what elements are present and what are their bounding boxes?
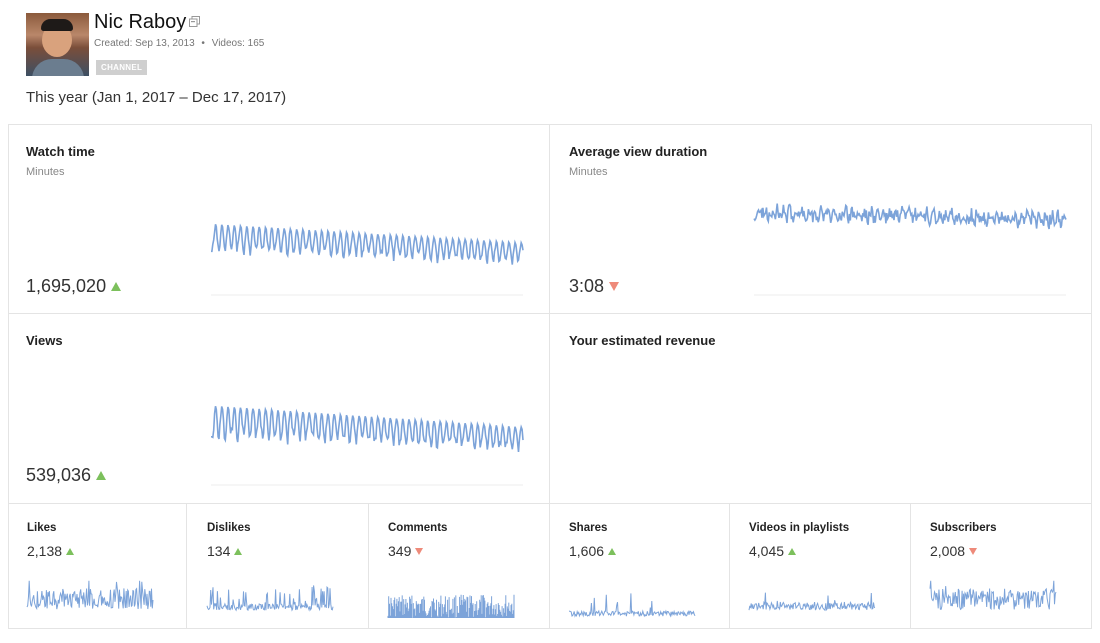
avg-view-duration-title: Average view duration [569, 144, 708, 159]
stat-value: 4,045 [749, 543, 797, 559]
shares-sparkline [568, 593, 696, 618]
trend-up-icon [111, 282, 122, 291]
avg-view-duration-sparkline [753, 203, 1067, 296]
trend-up-icon [608, 548, 617, 555]
external-link-icon[interactable] [189, 16, 200, 27]
watch-time-value: 1,695,020 [26, 276, 122, 297]
subscribers-sparkline [929, 580, 1057, 611]
stat-title: Subscribers [930, 522, 997, 534]
trend-down-icon [969, 548, 978, 555]
sparkline-path [26, 580, 154, 611]
trend-up-icon [788, 548, 797, 555]
divider [8, 313, 1092, 314]
stat-number: 4,045 [749, 543, 785, 559]
sparkline-path [568, 593, 696, 618]
divider [549, 124, 550, 629]
stat-title: Likes [27, 522, 57, 534]
stat-value: 2,008 [930, 543, 978, 559]
channel-video-count: Videos: 165 [211, 38, 265, 49]
stat-title: Shares [569, 522, 608, 534]
avg-view-duration-number: 3:08 [569, 276, 605, 296]
channel-name[interactable]: Nic Raboy [94, 11, 186, 34]
stat-title: Videos in playlists [749, 522, 850, 534]
trend-up-icon [234, 548, 243, 555]
trend-up-icon [66, 548, 75, 555]
divider [368, 503, 369, 629]
divider [8, 628, 1092, 629]
divider [910, 503, 911, 629]
sparkline-path [211, 223, 524, 265]
stat-number: 2,008 [930, 543, 966, 559]
channel-badge: CHANNEL [96, 60, 148, 75]
comments-sparkline [387, 594, 515, 618]
divider [8, 124, 9, 629]
trend-down-icon [415, 548, 424, 555]
stat-value: 134 [207, 543, 243, 559]
stat-title: Dislikes [207, 522, 251, 534]
views-number: 539,036 [26, 465, 92, 485]
stat-number: 134 [207, 543, 231, 559]
stat-value: 2,138 [27, 543, 75, 559]
sparkline-path [753, 203, 1067, 230]
meta-separator: • [201, 38, 205, 49]
sparkline-path [748, 592, 876, 612]
dislikes-sparkline [206, 585, 334, 612]
divider [8, 503, 1092, 504]
divider [729, 503, 730, 629]
likes-sparkline [26, 580, 154, 611]
sparkline-path [206, 585, 334, 612]
channel-avatar[interactable] [26, 13, 89, 76]
sparkline-path [211, 406, 524, 452]
stat-number: 2,138 [27, 543, 63, 559]
watch-time-sparkline [211, 223, 524, 296]
watch-time-number: 1,695,020 [26, 276, 107, 296]
stat-number: 349 [388, 543, 412, 559]
views-value: 539,036 [26, 465, 107, 486]
channel-created: Created: Sep 13, 2013 [94, 38, 195, 49]
sparkline-path [387, 594, 515, 618]
date-range[interactable]: This year (Jan 1, 2017 – Dec 17, 2017) [26, 89, 286, 106]
divider [1091, 124, 1092, 629]
trend-down-icon [609, 282, 620, 291]
watch-time-title: Watch time [26, 144, 95, 159]
channel-header: Nic Raboy Created: Sep 13, 2013 • Videos… [0, 0, 1100, 125]
views-title: Views [26, 333, 63, 348]
channel-meta: Created: Sep 13, 2013 • Videos: 165 [94, 38, 264, 49]
avg-view-duration-value: 3:08 [569, 276, 620, 297]
stat-value: 1,606 [569, 543, 617, 559]
sparkline-path [929, 580, 1057, 611]
views-sparkline [211, 406, 524, 486]
avg-view-duration-unit: Minutes [569, 166, 608, 178]
stat-value: 349 [388, 543, 424, 559]
stat-title: Comments [388, 522, 448, 534]
divider [8, 124, 1092, 125]
videos-in-playlists-sparkline [748, 592, 876, 612]
estimated-revenue-title: Your estimated revenue [569, 333, 716, 348]
watch-time-unit: Minutes [26, 166, 65, 178]
divider [186, 503, 187, 629]
trend-up-icon [96, 471, 107, 480]
stat-number: 1,606 [569, 543, 605, 559]
